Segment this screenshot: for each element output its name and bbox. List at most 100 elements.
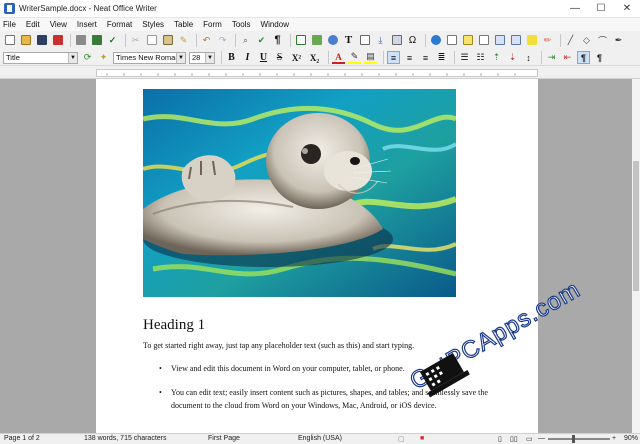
page-count[interactable]: Page 1 of 2 (4, 435, 40, 442)
spellcheck-icon[interactable]: ✓ (106, 34, 119, 47)
align-left-icon[interactable]: ≡ (387, 51, 400, 64)
line-icon[interactable]: ╱ (564, 34, 577, 47)
update-style-icon[interactable]: ⟳ (81, 51, 94, 64)
menu-view[interactable]: View (50, 20, 67, 29)
maximize-button[interactable]: ☐ (588, 0, 614, 18)
bullets-icon[interactable]: ☰ (458, 51, 471, 64)
pen-icon[interactable]: ✒ (612, 34, 625, 47)
minimize-button[interactable]: — (562, 0, 588, 18)
autospell-icon[interactable]: ✔ (255, 34, 268, 47)
undo-icon[interactable]: ↶ (200, 34, 213, 47)
highlight-icon[interactable]: ✎ (348, 51, 361, 64)
strikethrough-button[interactable]: S (273, 51, 286, 64)
sea-otter-image[interactable] (143, 89, 456, 297)
background-color-icon[interactable]: ▤ (364, 51, 377, 64)
paste-icon[interactable] (161, 34, 174, 47)
paragraph-style-select[interactable]: Title ▼ (3, 51, 78, 64)
decrease-indent-icon[interactable]: ⇤ (561, 51, 574, 64)
single-page-view-icon[interactable]: ▯ (498, 435, 502, 443)
intro-paragraph[interactable]: To get started right away, just tap any … (143, 341, 414, 350)
find-replace-icon[interactable]: ⌕ (239, 34, 252, 47)
insert-image-icon[interactable] (310, 34, 323, 47)
align-right-icon[interactable]: ≡ (419, 51, 432, 64)
footnote-icon[interactable] (445, 34, 458, 47)
zoom-slider[interactable] (548, 438, 610, 440)
line-spacing-icon[interactable]: ↕ (522, 51, 535, 64)
print-preview-icon[interactable] (90, 34, 103, 47)
insert-text-box-icon[interactable]: T (342, 34, 355, 47)
bullet-marker: • (159, 364, 162, 373)
open-folder-icon[interactable] (19, 34, 32, 47)
vertical-scrollbar[interactable] (632, 79, 640, 433)
document-page[interactable]: Heading 1 To get started right away, jus… (96, 79, 538, 433)
italic-button[interactable]: I (241, 51, 254, 64)
insert-chart-icon[interactable] (326, 34, 339, 47)
comment-icon[interactable] (461, 34, 474, 47)
print-icon[interactable] (74, 34, 87, 47)
new-document-icon[interactable] (3, 34, 16, 47)
menu-format[interactable]: Format (107, 20, 132, 29)
underline-button[interactable]: U (257, 51, 270, 64)
scrollbar-thumb[interactable] (633, 161, 639, 291)
zoom-out-icon[interactable]: — (538, 435, 545, 442)
multi-page-view-icon[interactable]: ▯▯ (510, 435, 518, 443)
language[interactable]: English (USA) (298, 435, 342, 442)
page-style[interactable]: First Page (208, 435, 240, 442)
menu-insert[interactable]: Insert (77, 20, 97, 29)
heading-1[interactable]: Heading 1 (143, 317, 205, 334)
header-icon[interactable] (493, 34, 506, 47)
increase-spacing-icon[interactable]: ⇡ (490, 51, 503, 64)
menu-window[interactable]: Window (261, 20, 289, 29)
hyperlink-icon[interactable] (429, 34, 442, 47)
subscript-button[interactable]: X₂ (307, 51, 322, 64)
font-color-icon[interactable]: A (332, 51, 345, 64)
increase-indent-icon[interactable]: ⇥ (545, 51, 558, 64)
menu-tools[interactable]: Tools (232, 20, 251, 29)
menu-edit[interactable]: Edit (26, 20, 40, 29)
insert-mode-icon[interactable]: ▢ (398, 435, 405, 443)
bullet-item-2[interactable]: You can edit text; easily insert content… (171, 387, 501, 412)
cut-icon[interactable]: ✂ (129, 34, 142, 47)
document-canvas[interactable]: Heading 1 To get started right away, jus… (0, 79, 632, 433)
left-to-right-icon[interactable]: ¶ (577, 51, 590, 64)
insert-note-icon[interactable] (525, 34, 538, 47)
right-to-left-icon[interactable]: ¶ (593, 51, 606, 64)
justify-icon[interactable]: ≣ (435, 51, 448, 64)
footer-icon[interactable] (509, 34, 522, 47)
menu-styles[interactable]: Styles (142, 20, 164, 29)
horizontal-ruler[interactable] (0, 67, 640, 79)
zoom-level[interactable]: 90% (624, 435, 638, 442)
menu-file[interactable]: File (3, 20, 16, 29)
redo-icon[interactable]: ↷ (216, 34, 229, 47)
draw-functions-icon[interactable]: ⌒ (596, 34, 609, 47)
copy-icon[interactable] (145, 34, 158, 47)
zoom-in-icon[interactable]: + (612, 435, 616, 442)
superscript-button[interactable]: X² (289, 51, 304, 64)
decrease-spacing-icon[interactable]: ⇣ (506, 51, 519, 64)
align-center-icon[interactable]: ≡ (403, 51, 416, 64)
close-button[interactable]: ✕ (614, 0, 640, 18)
formatting-marks-icon[interactable]: ¶ (271, 34, 284, 47)
page-break-icon[interactable]: ⤓ (374, 34, 387, 47)
numbering-icon[interactable]: ☷ (474, 51, 487, 64)
font-name-select[interactable]: Times New Roman ▼ (113, 51, 186, 64)
edit-icon[interactable]: ✏ (541, 34, 554, 47)
format-paintbrush-icon[interactable]: ✎ (177, 34, 190, 47)
word-count[interactable]: 138 words, 715 characters (84, 435, 167, 442)
insert-field-icon[interactable] (358, 34, 371, 47)
special-character-icon[interactable]: Ω (406, 34, 419, 47)
book-view-icon[interactable]: ▭ (526, 435, 533, 443)
font-size-select[interactable]: 28 ▼ (189, 51, 215, 64)
bullet-item-1[interactable]: View and edit this document in Word on y… (171, 363, 501, 376)
menu-table[interactable]: Table (174, 20, 193, 29)
insert-table-icon[interactable] (294, 34, 307, 47)
save-icon[interactable] (35, 34, 48, 47)
insert-field-dropdown-icon[interactable] (390, 34, 403, 47)
export-pdf-icon[interactable] (51, 34, 64, 47)
shapes-icon[interactable]: ◇ (580, 34, 593, 47)
track-changes-icon[interactable] (477, 34, 490, 47)
bold-button[interactable]: B (225, 51, 238, 64)
zoom-slider-thumb[interactable] (572, 435, 575, 443)
menu-form[interactable]: Form (203, 20, 222, 29)
new-style-icon[interactable]: ✦ (97, 51, 110, 64)
